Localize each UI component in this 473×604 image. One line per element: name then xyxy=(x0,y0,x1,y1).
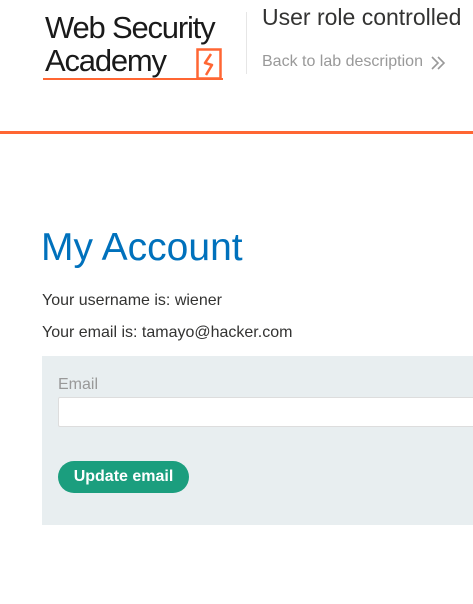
site-header: Web Security Academy User role controlle… xyxy=(0,0,473,134)
header-divider xyxy=(246,12,247,74)
update-email-button[interactable]: Update email xyxy=(58,461,189,493)
change-email-form: Email Update email xyxy=(42,356,473,525)
username-text: Your username is: wiener xyxy=(42,292,222,309)
back-to-lab-description-link[interactable]: Back to lab description xyxy=(262,53,423,71)
header-accent-line xyxy=(0,131,473,134)
email-text: Your email is: tamayo@hacker.com xyxy=(42,324,293,341)
email-label: Email xyxy=(58,376,99,393)
page-title: My Account xyxy=(41,226,243,269)
logo-underline xyxy=(43,78,223,80)
lightning-bolt-icon xyxy=(196,48,222,80)
logo-text-line1: Web Security xyxy=(45,10,216,45)
email-input[interactable] xyxy=(58,397,473,427)
double-chevron-right-icon[interactable] xyxy=(430,55,446,71)
lab-title: User role controlled xyxy=(262,4,462,30)
web-security-academy-logo[interactable]: Web Security Academy xyxy=(43,10,243,84)
logo-text-line2: Academy xyxy=(45,43,167,78)
